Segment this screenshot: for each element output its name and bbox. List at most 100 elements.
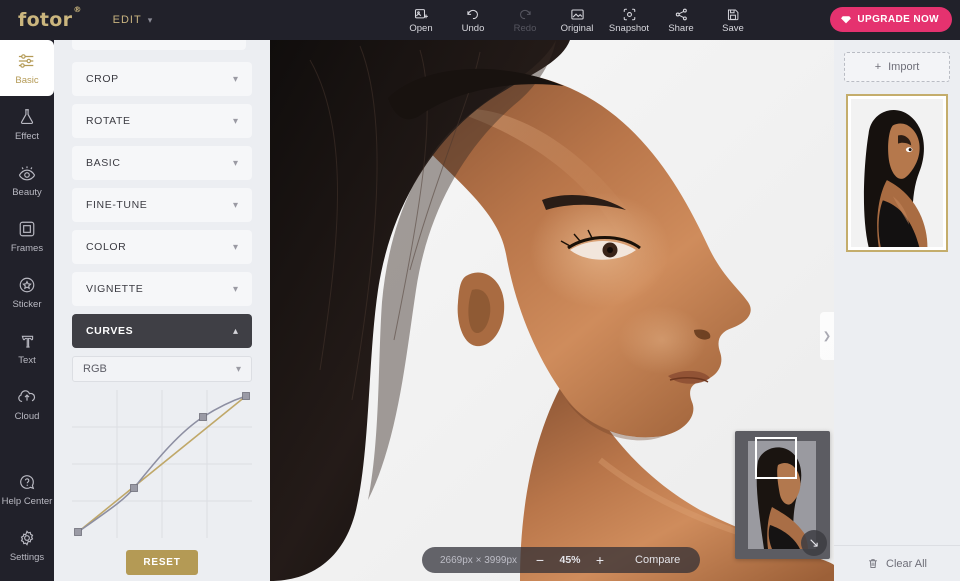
curves-panel-body: RGB ▾ [72,356,252,575]
toolbar-open-button[interactable]: Open [397,0,445,40]
open-image-icon [414,7,429,22]
sidebar-item-cloud-label: Cloud [15,411,40,422]
edit-menu-label: EDIT [113,14,142,26]
undo-icon [465,7,481,22]
sidebar-item-effect-label: Effect [15,131,39,142]
accordion-color[interactable]: COLOR ▾ [72,230,252,264]
flask-icon [18,107,36,127]
toolbar-actions: Open Undo Redo [395,0,759,40]
toolbar-save-button[interactable]: Save [709,0,757,40]
original-image-icon [570,7,585,22]
clear-all-button[interactable]: Clear All [834,545,960,581]
accordion-color-label: COLOR [86,241,126,253]
navigator-viewport-rect[interactable] [755,437,797,479]
cloud-upload-icon [17,387,37,407]
chevron-down-icon: ▾ [233,158,238,169]
basic-options-panel: CROP ▾ ROTATE ▾ BASIC ▾ FINE-TUNE ▾ COLO… [54,40,270,581]
sidebar-item-help-center[interactable]: Help Center [0,461,54,517]
panel-collapse-toggle[interactable]: ❯ [820,312,834,360]
question-circle-icon [18,472,36,492]
trash-icon [867,557,879,570]
registered-mark: ® [73,5,81,14]
image-canvas[interactable]: ❯ 2669px × 3999px − 45% + Compare ↘ [270,40,834,581]
toolbar-undo-button[interactable]: Undo [449,0,497,40]
redo-icon [517,7,533,22]
import-button[interactable]: + Import [844,52,950,82]
toolbar-undo-label: Undo [462,24,485,34]
chevron-up-icon: ▴ [233,326,238,337]
chevron-down-icon: ▾ [233,116,238,127]
image-dimensions-label: 2669px × 3999px [426,555,527,566]
plus-icon: + [875,61,881,73]
chevron-down-icon: ▾ [233,242,238,253]
toolbar-open-label: Open [409,24,432,34]
photo-thumbnail-inner [851,99,943,247]
chevron-down-icon: ▾ [233,74,238,85]
compare-button[interactable]: Compare [613,554,696,566]
sidebar-item-sticker[interactable]: Sticker [0,264,54,320]
zoom-in-button[interactable]: + [587,547,613,573]
app-logo[interactable]: fotor® [18,9,81,31]
snapshot-icon [622,7,637,22]
accordion-basic[interactable]: BASIC ▾ [72,146,252,180]
edit-menu-button[interactable]: EDIT ▾ [113,14,154,26]
share-icon [674,7,689,22]
photo-thumbnail-image [851,99,943,247]
sidebar-bottom-group: Help Center Settings [0,461,54,573]
curves-graph[interactable] [72,390,252,538]
sidebar-item-settings[interactable]: Settings [0,517,54,573]
accordion-vignette-label: VIGNETTE [86,283,143,295]
sidebar-item-effect[interactable]: Effect [0,96,54,152]
toolbar-save-label: Save [722,24,744,34]
sidebar-item-cloud[interactable]: Cloud [0,376,54,432]
sidebar-item-beauty-label: Beauty [12,187,42,198]
resize-diagonal-icon[interactable]: ↘ [801,530,827,556]
toolbar-share-button[interactable]: Share [657,0,705,40]
toolbar-snapshot-label: Snapshot [609,24,649,34]
sidebar-item-sticker-label: Sticker [12,299,41,310]
curves-channel-select[interactable]: RGB ▾ [72,356,252,382]
sidebar-item-frames-label: Frames [11,243,43,254]
accordion-curves[interactable]: CURVES ▴ [72,314,252,348]
upgrade-now-button[interactable]: UPGRADE NOW [830,7,952,32]
sidebar-item-beauty[interactable]: Beauty [0,152,54,208]
sidebar-item-help-center-label: Help Center [2,496,53,507]
save-disk-icon [726,7,740,22]
import-label: Import [888,61,919,73]
accordion-vignette[interactable]: VIGNETTE ▾ [72,272,252,306]
accordion-crop[interactable]: CROP ▾ [72,62,252,96]
curves-reset-button[interactable]: RESET [126,550,198,575]
accordion-crop-label: CROP [86,73,119,85]
accordion-partial-above[interactable] [72,40,246,50]
accordion-fine-tune-label: FINE-TUNE [86,199,147,211]
fotor-editor-window: fotor® EDIT ▾ Open [0,0,960,581]
upgrade-now-label: UPGRADE NOW [857,14,939,25]
diamond-icon [840,14,852,25]
photo-thumbnail-item[interactable] [846,94,948,252]
toolbar-original-label: Original [561,24,594,34]
star-badge-icon [18,275,36,295]
accordion-rotate[interactable]: ROTATE ▾ [72,104,252,138]
toolbar-snapshot-button[interactable]: Snapshot [605,0,653,40]
panel-scroll-area[interactable]: CROP ▾ ROTATE ▾ BASIC ▾ FINE-TUNE ▾ COLO… [54,40,270,581]
accordion-curves-label: CURVES [86,325,133,337]
app-logo-text: fotor [18,9,72,31]
toolbar-redo-button[interactable]: Redo [501,0,549,40]
toolbar-redo-label: Redo [514,24,537,34]
chevron-down-icon: ▾ [233,284,238,295]
chevron-down-icon: ▾ [236,364,241,375]
navigator-panel[interactable]: ↘ [735,431,830,559]
sidebar-item-frames[interactable]: Frames [0,208,54,264]
zoom-level-label: 45% [553,554,587,566]
chevron-down-icon: ▾ [148,15,154,26]
curves-channel-value: RGB [83,363,107,375]
toolbar-original-button[interactable]: Original [553,0,601,40]
accordion-fine-tune[interactable]: FINE-TUNE ▾ [72,188,252,222]
sidebar-item-text[interactable]: Text [0,320,54,376]
accordion-rotate-label: ROTATE [86,115,131,127]
chevron-down-icon: ▾ [233,200,238,211]
gear-icon [18,528,36,548]
sidebar-item-basic[interactable]: Basic [0,40,54,96]
zoom-out-button[interactable]: − [527,547,553,573]
sidebar-item-settings-label: Settings [10,552,44,563]
